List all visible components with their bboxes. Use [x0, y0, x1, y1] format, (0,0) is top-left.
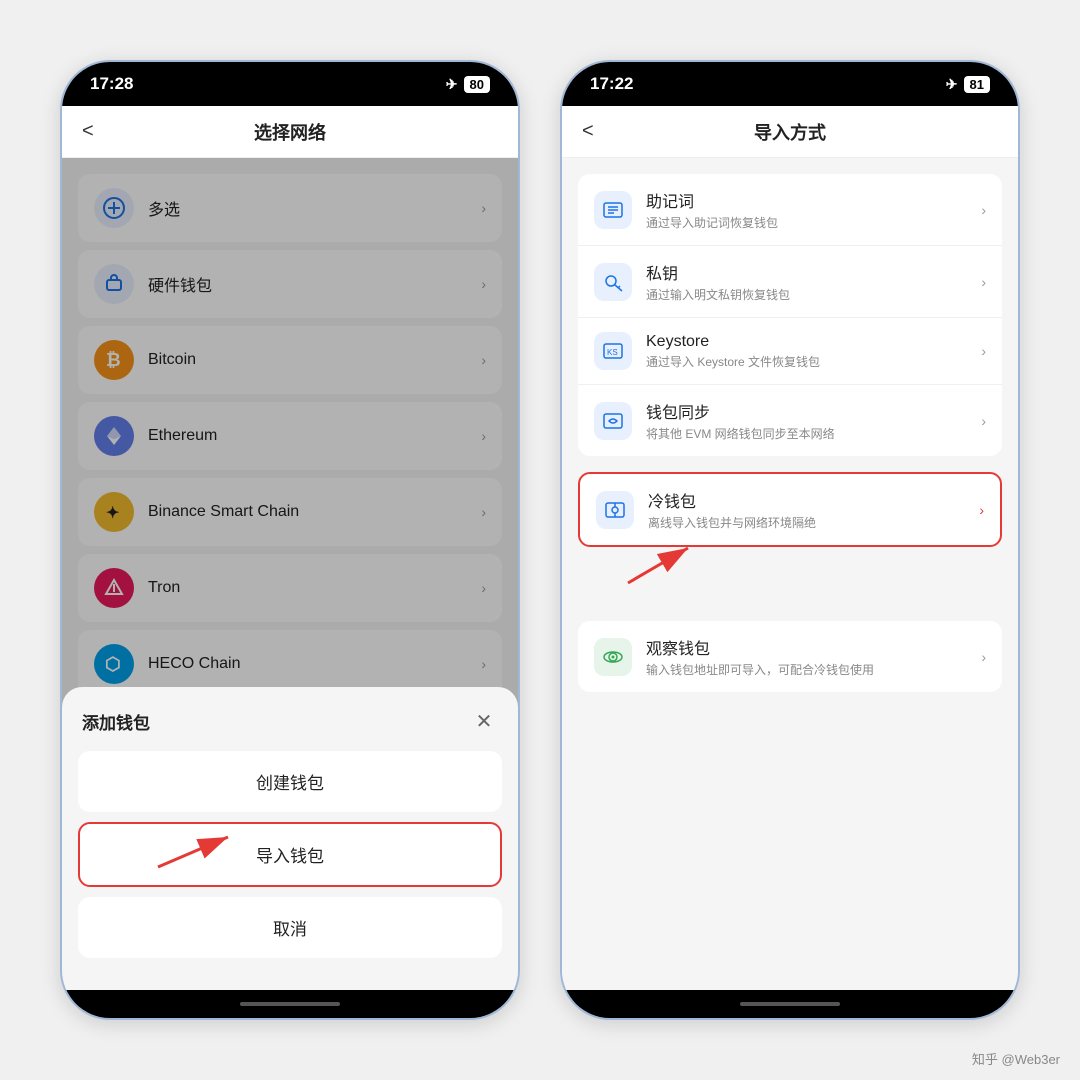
left-time: 17:28 [90, 74, 133, 94]
airplane-icon: ✈ [446, 76, 458, 93]
left-home-bar [240, 1002, 340, 1006]
sheet-header: 添加钱包 ✕ [78, 707, 502, 735]
right-status-bar: 17:22 ✈ 81 [562, 62, 1018, 106]
svg-text:KS: KS [607, 348, 618, 357]
coldwallet-desc: 离线导入钱包并与网络环境隔绝 [648, 514, 816, 531]
create-wallet-button[interactable]: 创建钱包 [78, 751, 502, 812]
coldwallet-chevron: › [979, 502, 984, 518]
watermark: 知乎 @Web3er [972, 1049, 1060, 1068]
observewallet-name: 观察钱包 [646, 635, 874, 659]
coldwallet-name: 冷钱包 [648, 488, 816, 512]
keystore-chevron: › [981, 343, 986, 359]
walletsync-desc: 将其他 EVM 网络钱包同步至本网络 [646, 425, 835, 442]
right-airplane-icon: ✈ [946, 76, 958, 93]
observewallet-chevron: › [981, 649, 986, 665]
right-phone: 17:22 ✈ 81 < 导入方式 助记词 通过导入助记词恢复钱包 [560, 60, 1020, 1020]
left-status-bar: 17:28 ✈ 80 [62, 62, 518, 106]
left-status-icons: ✈ 80 [446, 76, 490, 93]
left-header: < 选择网络 [62, 106, 518, 158]
right-header: < 导入方式 [562, 106, 1018, 158]
privatekey-desc: 通过输入明文私钥恢复钱包 [646, 286, 790, 303]
import-options-list: 助记词 通过导入助记词恢复钱包 › 私钥 通过输入明文私钥恢复钱包 [562, 158, 1018, 716]
left-content: 多选 › 硬件钱包 › ₿ B [62, 158, 518, 990]
import-item-walletsync[interactable]: 钱包同步 将其他 EVM 网络钱包同步至本网络 › [578, 385, 1002, 456]
right-battery: 81 [964, 76, 990, 93]
privatekey-icon [594, 263, 632, 301]
left-home-indicator [62, 990, 518, 1018]
left-phone: 17:28 ✈ 80 < 选择网络 多选 › [60, 60, 520, 1020]
observewallet-icon [594, 638, 632, 676]
mnemonic-desc: 通过导入助记词恢复钱包 [646, 214, 778, 231]
coldwallet-icon [596, 491, 634, 529]
import-item-privatekey[interactable]: 私钥 通过输入明文私钥恢复钱包 › [578, 246, 1002, 318]
left-battery: 80 [464, 76, 490, 93]
observewallet-desc: 输入钱包地址即可导入，可配合冷钱包使用 [646, 661, 874, 678]
left-back-button[interactable]: < [82, 120, 94, 143]
import-group-1: 助记词 通过导入助记词恢复钱包 › 私钥 通过输入明文私钥恢复钱包 [578, 174, 1002, 456]
right-back-button[interactable]: < [582, 120, 594, 143]
mnemonic-chevron: › [981, 202, 986, 218]
mnemonic-name: 助记词 [646, 188, 778, 212]
privatekey-chevron: › [981, 274, 986, 290]
left-page-title: 选择网络 [254, 119, 326, 145]
import-group-observe: 观察钱包 输入钱包地址即可导入，可配合冷钱包使用 › [578, 621, 1002, 692]
sheet-title: 添加钱包 [82, 709, 150, 734]
import-item-observewallet[interactable]: 观察钱包 输入钱包地址即可导入，可配合冷钱包使用 › [578, 621, 1002, 692]
add-wallet-sheet: 添加钱包 ✕ 创建钱包 导入钱包 取消 [62, 687, 518, 990]
privatekey-name: 私钥 [646, 260, 790, 284]
walletsync-icon [594, 402, 632, 440]
walletsync-chevron: › [981, 413, 986, 429]
right-time: 17:22 [590, 74, 633, 94]
keystore-name: Keystore [646, 333, 820, 351]
coldwallet-arrow [608, 533, 728, 593]
walletsync-name: 钱包同步 [646, 399, 835, 423]
import-arrow [138, 817, 238, 877]
sheet-close-button[interactable]: ✕ [470, 707, 498, 735]
cancel-button[interactable]: 取消 [78, 897, 502, 958]
keystore-icon: KS [594, 332, 632, 370]
right-page-title: 导入方式 [754, 119, 826, 145]
import-item-keystore[interactable]: KS Keystore 通过导入 Keystore 文件恢复钱包 › [578, 318, 1002, 385]
right-home-indicator [562, 990, 1018, 1018]
keystore-desc: 通过导入 Keystore 文件恢复钱包 [646, 353, 820, 370]
mnemonic-icon [594, 191, 632, 229]
right-content: 助记词 通过导入助记词恢复钱包 › 私钥 通过输入明文私钥恢复钱包 [562, 158, 1018, 990]
right-status-icons: ✈ 81 [946, 76, 990, 93]
right-home-bar [740, 1002, 840, 1006]
import-item-mnemonic[interactable]: 助记词 通过导入助记词恢复钱包 › [578, 174, 1002, 246]
